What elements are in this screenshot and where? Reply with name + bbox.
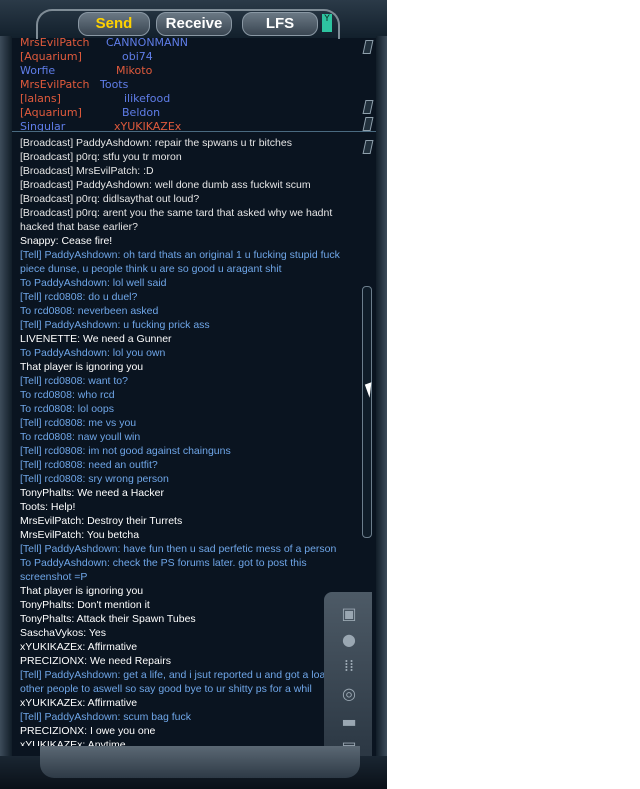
chat-message: SaschaVykos: Yes [20,627,106,639]
group-icon[interactable]: ⁞⁞ [338,656,360,676]
globe-icon[interactable]: ◎ [338,684,360,704]
chat-message: [Tell] PaddyAshdown: u fucking prick ass [20,319,210,331]
chat-scroll-thumb[interactable] [362,286,372,538]
chat-message: To rcd0808: who rcd [20,389,115,401]
roster-row[interactable]: [Aquarium] obi74 [12,50,362,64]
roster-scroll-down[interactable] [362,117,374,131]
chat-message: To rcd0808: lol oops [20,403,114,415]
chat-message: [Broadcast] MrsEvilPatch: :D [20,165,154,177]
backpack-icon[interactable]: ▣ [338,604,360,624]
frame-left [0,36,12,756]
roster-row[interactable]: [Aquarium] Beldon [12,106,362,120]
roster-row[interactable]: Singular xYUKIKAZEx [12,120,362,131]
chat-message: [Tell] rcd0808: sry wrong person [20,473,169,485]
chat-message: [Tell] PaddyAshdown: get a life, and i j… [20,669,343,695]
nearby-player-list: MrsEvilPatch CANNONMANN [Aquarium] obi74 Wor… [12,36,362,131]
chat-message: [Tell] PaddyAshdown: scum bag fuck [20,711,192,723]
chat-scroll-up[interactable] [362,140,374,154]
roster-target-name: Mikoto [116,64,153,77]
roster-row[interactable]: MrsEvilPatch CANNONMANN [12,36,362,50]
chat-message: MrsEvilPatch: You betcha [20,529,140,541]
chat-log: [Broadcast] PaddyAshdown: repair the spw… [12,136,360,746]
roster-scroll-thumb[interactable] [362,100,374,114]
roster-target-name: obi74 [122,50,153,63]
roster-target-name: xYUKIKAZEx [114,120,182,131]
chat-message: LIVENETTE: We need a Gunner [20,333,172,345]
chat-message: [Tell] rcd0808: need an outfit? [20,459,158,471]
chat-message: [Broadcast] p0rq: arent you the same tar… [20,207,336,233]
chat-message: TonyPhalts: Attack their Spawn Tubes [20,613,196,625]
roster-target-name: Toots [100,78,129,91]
tab-lfs[interactable]: LFS [242,12,318,36]
tab-receive[interactable]: Receive [156,12,232,36]
roster-row[interactable]: MrsEvilPatch Toots [12,78,362,92]
chat-message: TonyPhalts: Don't mention it [20,599,150,611]
chat-message: [Broadcast] PaddyAshdown: well done dumb… [20,179,311,191]
roster-player-name: Singular [20,120,66,131]
chat-message: [Tell] rcd0808: do u duel? [20,291,138,303]
frame-right [376,36,387,756]
chat-message: That player is ignoring you [20,585,144,597]
chat-message: xYUKIKAZEx: Anytime [20,739,126,746]
roster-player-name: MrsEvilPatch [20,36,90,49]
tab-send[interactable]: Send [78,12,150,36]
chat-message: MrsEvilPatch: Destroy their Turrets [20,515,183,527]
roster-player-name: [Aquarium] [20,106,82,119]
roster-player-name: MrsEvilPatch [20,78,90,91]
roster-row[interactable]: [lalans] ilikefood [12,92,362,106]
chat-message: To PaddyAshdown: lol well said [20,277,167,289]
roster-player-name: [lalans] [20,92,61,105]
chat-message: To rcd0808: naw youll win [20,431,141,443]
chat-message: [Broadcast] PaddyAshdown: repair the spw… [20,137,292,149]
chat-window: Send Receive LFS Y MrsEvilPatch CANNONMAN… [0,0,387,789]
chat-message: Snappy: Cease fire! [20,235,113,247]
chat-message: [Broadcast] p0rq: didlsaythat out loud? [20,193,200,205]
roster-player-name: [Aquarium] [20,50,82,63]
chat-message: PRECIZIONX: I owe you one [20,725,156,737]
roster-player-name: Worfie [20,64,56,77]
chat-message: To PaddyAshdown: check the PS forums lat… [20,557,310,583]
chat-message: [Tell] rcd0808: me vs you [20,417,137,429]
filter-toggle[interactable]: Y [322,14,332,32]
chat-input-bar[interactable] [40,746,360,778]
chat-message: Toots: Help! [20,501,76,513]
chat-message: xYUKIKAZEx: Affirmative [20,697,138,709]
chat-message: [Tell] PaddyAshdown: have fun then u sad… [20,543,337,555]
chat-message: xYUKIKAZEx: Affirmative [20,641,138,653]
roster-target-name: Beldon [122,106,161,119]
vehicle-icon[interactable]: ▬ [338,712,360,732]
side-panel: ▣ ● ⁞⁞ ◎ ▬ ▤ [324,592,372,762]
roster-target-name: CANNONMANN [106,36,189,49]
chat-message: To rcd0808: neverbeen asked [20,305,159,317]
chat-message: [Tell] rcd0808: im not good against chai… [20,445,231,457]
person-icon[interactable]: ● [338,630,360,650]
chat-message: [Tell] rcd0808: want to? [20,375,128,387]
divider [12,131,376,132]
chat-message: To PaddyAshdown: lol you own [20,347,166,359]
chat-message: TonyPhalts: We need a Hacker [20,487,164,499]
chat-message: That player is ignoring you [20,361,144,373]
chat-message: PRECIZIONX: We need Repairs [20,655,171,667]
chat-message: [Tell] PaddyAshdown: oh tard thats an or… [20,249,343,275]
chat-message: [Broadcast] p0rq: stfu you tr moron [20,151,182,163]
roster-target-name: ilikefood [124,92,171,105]
roster-scroll-up[interactable] [362,40,374,54]
roster-row[interactable]: Worfie Mikoto [12,64,362,78]
